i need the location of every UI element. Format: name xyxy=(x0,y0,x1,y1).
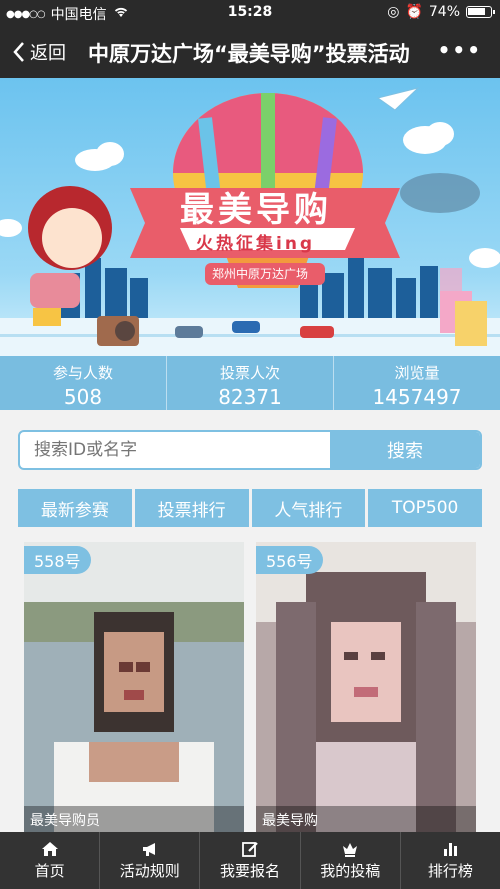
back-label: 返回 xyxy=(30,43,66,64)
battery-icon xyxy=(466,6,495,18)
search-bar: 搜索 xyxy=(18,430,482,470)
contestant-card[interactable]: 556号 最美导购 xyxy=(256,542,476,832)
stat-value: 1457497 xyxy=(372,385,462,409)
banner-subline: 火热征集ing xyxy=(196,234,316,254)
crown-icon xyxy=(343,843,358,857)
lock-rotation-icon: ◎ xyxy=(387,4,400,20)
search-button[interactable]: 搜索 xyxy=(330,432,480,468)
tabbar-label: 排行榜 xyxy=(427,862,473,880)
page-title: 中原万达广场“最美导购”投票活动 xyxy=(88,42,410,66)
contestant-number: 558号 xyxy=(24,546,91,574)
contestant-photo xyxy=(256,542,476,832)
tabbar-item-rules[interactable]: 活动规则 xyxy=(100,832,201,889)
banner-brand: 郑州中原万达广场 xyxy=(212,267,309,281)
megaphone-icon xyxy=(142,843,155,856)
stat-label: 参与人数 xyxy=(52,364,113,382)
tabbar-label: 活动规则 xyxy=(119,862,180,880)
bar-chart-icon xyxy=(444,843,458,856)
tabbar-item-register[interactable]: 我要报名 xyxy=(200,832,301,889)
back-button[interactable]: 返回 xyxy=(12,39,66,65)
stat-views: 浏览量 1457497 xyxy=(334,356,500,410)
chevron-left-icon xyxy=(13,42,24,62)
tab-popularity-ranking[interactable]: 人气排行 xyxy=(251,489,366,527)
stat-value: 508 xyxy=(63,385,103,409)
stat-value: 82371 xyxy=(218,385,282,409)
hero-banner: 最美导购 火热征集ing 郑州中原万达广场 xyxy=(0,78,500,356)
stat-label: 浏览量 xyxy=(394,364,440,382)
search-input[interactable] xyxy=(20,432,330,468)
tabbar-label: 我要报名 xyxy=(220,862,281,880)
contestant-caption: 最美导购 xyxy=(256,806,476,832)
banner-headline: 最美导购 xyxy=(180,190,332,230)
tabbar-item-home[interactable]: 首页 xyxy=(0,832,101,889)
tabbar-item-leaderboard[interactable]: 排行榜 xyxy=(401,832,500,889)
tabbar-item-my-entries[interactable]: 我的投稿 xyxy=(301,832,401,889)
alarm-icon: ⏰ xyxy=(405,4,423,20)
bottom-tab-bar: 首页 活动规则 我要报名 我的投稿 排行榜 xyxy=(0,832,500,889)
edit-icon xyxy=(242,842,258,857)
tabbar-label: 我的投稿 xyxy=(320,862,381,880)
contestant-photo xyxy=(24,542,244,832)
contestant-caption: 最美导购员 xyxy=(24,806,244,832)
tab-latest[interactable]: 最新参赛 xyxy=(18,489,132,527)
tab-top500[interactable]: TOP500 xyxy=(368,489,482,527)
stat-label: 投票人次 xyxy=(219,364,280,382)
status-bar: ●●●○○ 中国电信 15:28 ◎ ⏰ 74% xyxy=(0,0,500,26)
nav-bar: 返回 中原万达广场“最美导购”投票活动 ••• xyxy=(0,26,500,78)
stat-votes: 投票人次 82371 xyxy=(167,356,334,410)
contestant-number: 556号 xyxy=(256,546,323,574)
filter-tabs: 最新参赛 投票排行 人气排行 TOP500 xyxy=(18,489,482,527)
more-button[interactable]: ••• xyxy=(438,38,482,62)
tab-vote-ranking[interactable]: 投票排行 xyxy=(134,489,249,527)
battery-percent: 74% xyxy=(428,4,460,20)
stat-participants: 参与人数 508 xyxy=(0,356,167,410)
home-icon xyxy=(41,842,58,856)
contestant-card[interactable]: 558号 最美导购员 xyxy=(24,542,244,832)
stats-bar: 参与人数 508 投票人次 82371 浏览量 1457497 xyxy=(0,356,500,410)
tabbar-label: 首页 xyxy=(34,862,65,880)
